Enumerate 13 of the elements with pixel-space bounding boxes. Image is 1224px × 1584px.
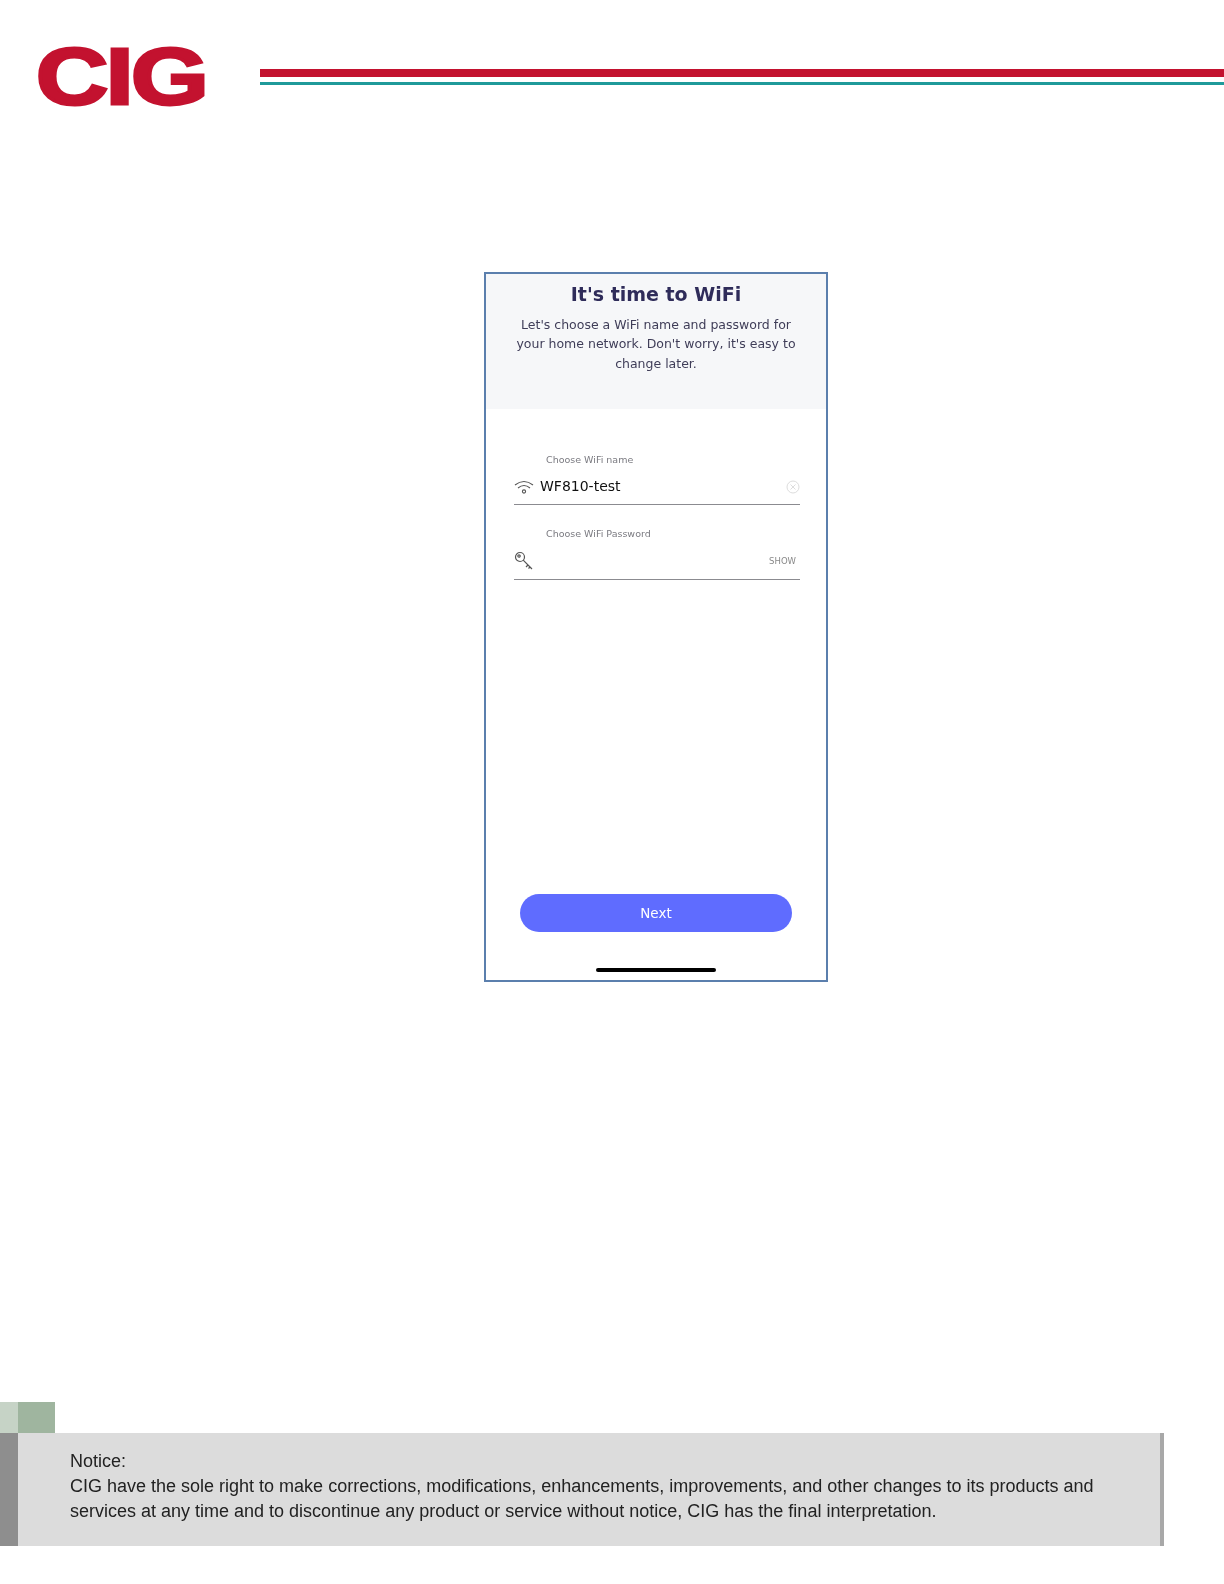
input-field[interactable]: WF810-test [534,476,786,498]
logo: CIG [36,42,207,112]
next-button[interactable]: Next [520,894,792,932]
field-label: Choose WiFi Password [546,527,652,542]
wifi-icon [514,479,534,494]
field-label: Choose WiFi name [546,453,635,467]
intro-text: Let's choose a WiFi name and password for your home network. Don't worry, it's easy to change later. [515,315,797,373]
key-icon [514,551,534,571]
screen-title: It's time to WiFi [569,282,743,307]
notice-title: Notice: [70,1450,128,1473]
show-toggle[interactable]: SHOW [765,554,800,568]
notice-text: CIG have the sole right to make corrections, modifications, enhancements, improvements, and other changes to its products and services at any time and to discontinue any product or service without notice, CIG has the final interpretation. [70,1475,1095,1523]
clear-icon[interactable] [786,479,800,494]
